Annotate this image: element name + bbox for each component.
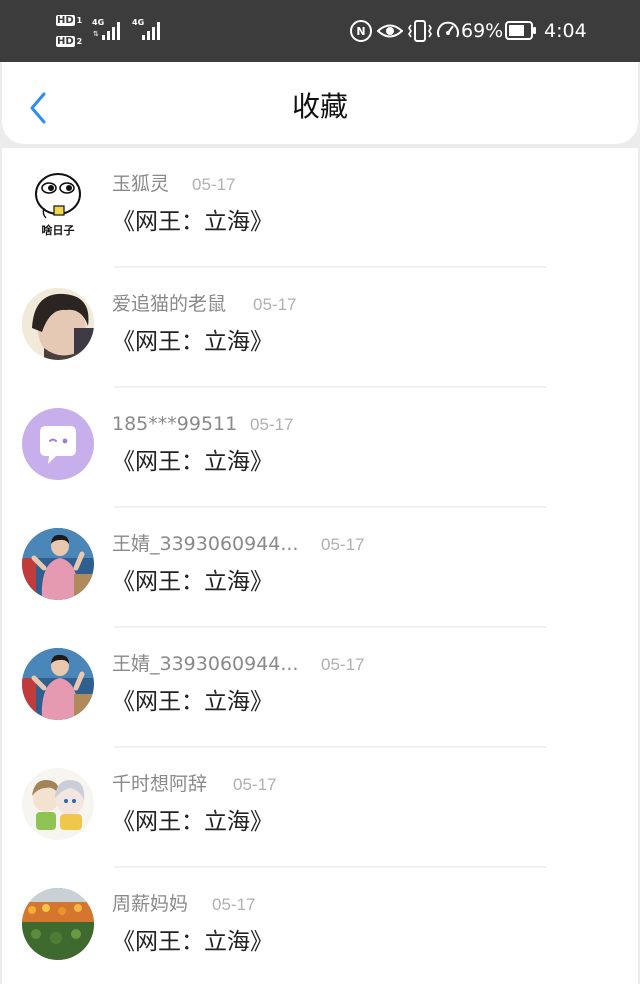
favorite-item[interactable]: 王婧_3393060944... 05-17 《网王：立海》 [2,508,638,628]
item-title[interactable]: 《网王：立海》 [112,686,273,718]
item-title[interactable]: 《网王：立海》 [112,926,273,958]
battery-percent: 69% [461,20,504,42]
item-date: 05-17 [253,295,297,314]
item-title[interactable]: 《网王：立海》 [112,446,273,478]
page-title: 收藏 [291,90,348,123]
eye-icon [376,19,404,47]
avatar[interactable]: 啥日子 [22,168,94,240]
favorite-item[interactable]: 啥日子 玉狐灵 05-17 《网王：立海》 [2,148,638,268]
user-name: 千时想阿辞 [112,773,208,795]
nav-header: 收藏 [2,62,638,144]
user-name: 王婧_3393060944... [112,533,299,555]
user-name: 王婧_3393060944... [112,653,299,675]
vibrate-icon [406,19,434,47]
favorites-list: 啥日子 玉狐灵 05-17 《网王：立海》 爱追猫的老鼠 05-17 《网王：立… [2,148,638,984]
item-title[interactable]: 《网王：立海》 [112,566,273,598]
item-date: 05-17 [321,655,365,674]
avatar[interactable] [22,528,94,600]
svg-text:啥日子: 啥日子 [42,223,75,237]
avatar[interactable] [22,648,94,720]
favorite-item[interactable]: 千时想阿辞 05-17 《网王：立海》 [2,748,638,868]
svg-text:N: N [356,25,365,38]
user-name: 周薪妈妈 [112,893,189,915]
item-title[interactable]: 《网王：立海》 [112,206,273,238]
hd-icon: HD 2 [56,36,83,47]
item-date: 05-17 [212,895,256,914]
avatar[interactable] [22,768,94,840]
clock: 4:04 [544,20,587,42]
battery-icon [505,21,536,40]
avatar[interactable] [22,288,94,360]
hd-icon: HD 1 [56,15,83,26]
status-bar: HD 1 HD 2 4G ⇅ 4G N 69% 4:04 [0,0,640,62]
speed-icon [436,19,460,47]
hd-indicator: HD 1 HD 2 [56,13,90,51]
item-title[interactable]: 《网王：立海》 [112,806,273,838]
user-name: 185***99511 [112,413,238,435]
favorite-item[interactable]: 周薪妈妈 05-17 《网王：立海》 [2,868,638,984]
avatar[interactable] [22,888,94,960]
item-date: 05-17 [321,535,365,554]
favorite-item[interactable]: 王婧_3393060944... 05-17 《网王：立海》 [2,628,638,748]
item-date: 05-17 [192,175,236,194]
item-date: 05-17 [233,775,277,794]
item-date: 05-17 [250,415,294,434]
avatar[interactable] [22,408,94,480]
item-title[interactable]: 《网王：立海》 [112,326,273,358]
favorite-item[interactable]: 爱追猫的老鼠 05-17 《网王：立海》 [2,268,638,388]
user-name: 玉狐灵 [112,173,170,195]
user-name: 爱追猫的老鼠 [112,293,227,315]
favorite-item[interactable]: 185***99511 05-17 《网王：立海》 [2,388,638,508]
nfc-icon: N [349,19,373,47]
back-button[interactable] [18,88,58,128]
chevron-left-icon [30,92,46,124]
